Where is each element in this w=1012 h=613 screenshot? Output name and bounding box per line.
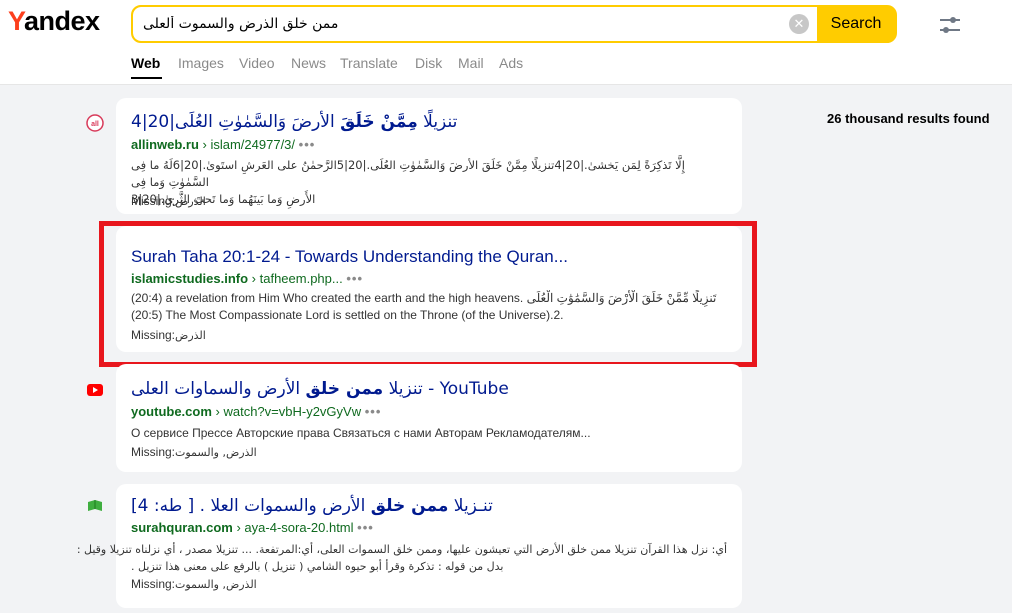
tab-translate[interactable]: Translate: [340, 55, 398, 71]
result-url[interactable]: allinweb.ru › islam/24977/3/ •••: [131, 137, 315, 152]
settings-sliders-icon[interactable]: [938, 14, 962, 36]
search-result: تنزيلًا مِمَّنْ خَلَقَ الأرضَ وَالسَّمٰو…: [116, 98, 742, 214]
surahquran-favicon: [86, 497, 104, 515]
more-options-icon[interactable]: •••: [365, 404, 382, 419]
result-title[interactable]: Surah Taha 20:1-24 - Towards Understandi…: [131, 247, 568, 267]
result-title[interactable]: تنزيلًا مِمَّنْ خَلَقَ الأرضَ وَالسَّمٰو…: [131, 112, 457, 132]
result-snippet: أي: نزل هذا القرآن تنزيلا ممن خلق الأرض …: [76, 543, 727, 573]
result-missing: Missing:الذرض: [131, 328, 206, 342]
more-options-icon[interactable]: •••: [346, 271, 363, 286]
result-url[interactable]: islamicstudies.info › tafheem.php... •••: [131, 271, 363, 286]
tab-video[interactable]: Video: [239, 55, 275, 71]
clear-icon[interactable]: ✕: [789, 14, 809, 34]
results-count: 26 thousand results found: [827, 111, 990, 126]
result-snippet: (20:4) a revelation from Him Who created…: [131, 291, 717, 322]
youtube-favicon: [86, 381, 104, 399]
allinweb-favicon: all: [86, 114, 104, 132]
header: Yandex ✕ Search Web Images Video News Tr…: [0, 0, 1012, 85]
tab-disk[interactable]: Disk: [415, 55, 442, 71]
result-title[interactable]: تنزيلا ممن خلق الأرض والسماوات العلى - Y…: [131, 379, 509, 399]
result-url[interactable]: surahquran.com › aya-4-sora-20.html •••: [131, 520, 374, 535]
yandex-logo[interactable]: Yandex: [8, 6, 100, 37]
result-missing: Missing:الذرض, والسموت: [131, 445, 257, 459]
search-field: ✕: [133, 7, 817, 41]
result-snippet: О сервисе Прессе Авторские права Связать…: [131, 426, 591, 440]
search-result: تنـزيلا ممن خلق الأرض والسموات العلا . […: [76, 484, 742, 608]
tab-news[interactable]: News: [291, 55, 326, 71]
active-tab-underline: [131, 77, 162, 79]
result-missing: Missing:الذرض: [131, 194, 206, 208]
tab-web[interactable]: Web: [131, 55, 162, 79]
search-input[interactable]: [143, 7, 783, 41]
result-missing: Missing:الذرض, والسموت: [131, 577, 257, 591]
search-box: ✕ Search: [131, 5, 897, 43]
more-options-icon[interactable]: •••: [357, 520, 374, 535]
svg-text:all: all: [91, 121, 99, 128]
tab-mail[interactable]: Mail: [458, 55, 484, 71]
tab-ads[interactable]: Ads: [499, 55, 523, 71]
search-result: Surah Taha 20:1-24 - Towards Understandi…: [116, 226, 742, 352]
result-title[interactable]: تنـزيلا ممن خلق الأرض والسموات العلا . […: [131, 496, 493, 516]
result-snippet: إِلَّا تَذكِرَةً لِمَن يَخشىٰ.|20|4تنزيل…: [131, 158, 685, 206]
search-result: تنزيلا ممن خلق الأرض والسماوات العلى - Y…: [116, 364, 742, 472]
more-options-icon[interactable]: •••: [299, 137, 316, 152]
result-url[interactable]: youtube.com › watch?v=vbH-y2vGyVw •••: [131, 404, 381, 419]
search-button[interactable]: Search: [817, 7, 895, 41]
tab-images[interactable]: Images: [178, 55, 224, 71]
